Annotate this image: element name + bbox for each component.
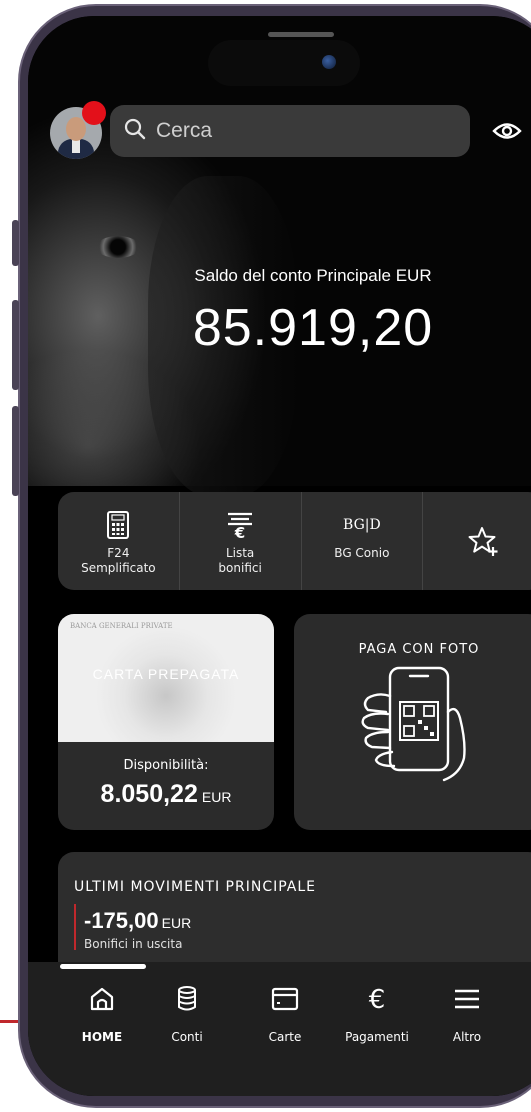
add-favorite-star-icon [467,524,501,558]
nav-label: Carte [268,1030,302,1044]
home-icon [88,984,116,1014]
menu-icon [453,984,481,1014]
pay-with-photo-tile[interactable]: PAGA CON FOTO [294,614,531,830]
nav-label: Conti [171,1030,203,1044]
side-button-silent [12,220,19,266]
movement-currency: EUR [161,915,192,931]
quick-action-label: Lista bonifici [218,546,262,575]
movements-title: ULTIMI MOVIMENTI PRINCIPALE [74,879,316,895]
side-button-volume-down [12,406,19,496]
speaker-grille [268,32,334,37]
movement-amount: -175,00 EUR [84,908,191,934]
quick-actions-bar: F24 Semplificato € Lista bonifici BG|D B… [58,492,531,590]
nav-item-altro[interactable]: Altro [422,984,512,1044]
card-available-label: Disponibilità: [123,758,209,773]
movement-description: Bonifici in uscita [84,937,183,951]
bottom-nav: HOME Conti Carte € Pagamenti Altro [28,962,531,1096]
euro-transfer-list-icon: € [225,508,255,542]
nav-label: HOME [81,1030,123,1044]
bg-conio-glyph: BG|D [343,517,381,533]
camera-icon [322,55,336,69]
avatar-face [66,117,86,141]
movement-outgoing-marker [74,904,76,950]
card-amount-value: 8.050,22 [100,780,198,808]
f24-calculator-icon [106,508,130,542]
quick-action-lista-bonifici[interactable]: € Lista bonifici [180,492,302,590]
euro-icon: € [364,984,390,1014]
quick-action-f24[interactable]: F24 Semplificato [58,492,180,590]
page: Saldo del conto Principale EUR 85.919,20… [0,0,531,1112]
phone-screen: Saldo del conto Principale EUR 85.919,20… [28,16,531,1096]
prepaid-card-tile[interactable]: BANCA GENERALI PRIVATE CARTA PREPAGATA D… [58,614,274,830]
search-input[interactable] [156,119,416,143]
prepaid-card-image: BANCA GENERALI PRIVATE CARTA PREPAGATA [58,614,274,742]
quick-action-label: BG Conio [334,546,390,560]
card-currency: EUR [201,789,232,805]
dynamic-island [208,40,360,86]
lion-eye [96,236,140,258]
pay-with-photo-title: PAGA CON FOTO [358,642,480,657]
balance-label: Saldo del conto Principale EUR [194,266,432,285]
search-icon [124,118,146,145]
side-button-volume-up [12,300,19,390]
quick-action-add-favorite[interactable] [423,492,531,590]
nav-label: Pagamenti [345,1030,409,1044]
active-tab-indicator [60,964,146,969]
movement-amount-value: -175,00 [84,908,159,933]
card-available-amount: 8.050,22 EUR [58,780,274,809]
notification-badge [82,101,106,125]
toggle-visibility-eye-icon[interactable] [490,116,524,146]
bg-conio-logo-icon: BG|D [343,508,381,542]
accounts-stack-icon [176,984,198,1014]
bank-logo: BANCA GENERALI PRIVATE [70,622,173,630]
avatar-shirt [72,139,80,153]
nav-label: Altro [452,1030,482,1044]
nav-item-carte[interactable]: Carte [240,984,330,1044]
quick-action-label: F24 Semplificato [81,546,156,575]
card-name: CARTA PREPAGATA [92,666,240,682]
svg-text:€: € [234,524,245,540]
quick-action-bg-conio[interactable]: BG|D BG Conio [302,492,424,590]
hero-lion-background [28,16,531,496]
search-bar[interactable] [110,105,470,157]
nav-item-home[interactable]: HOME [57,984,147,1044]
nav-item-pagamenti[interactable]: € Pagamenti [332,984,422,1044]
card-icon [271,984,299,1014]
nav-item-conti[interactable]: Conti [142,984,232,1044]
svg-text:€: € [369,985,386,1013]
phone-qr-hand-icon [348,662,478,787]
balance-value: 85.919,20 [192,299,434,357]
